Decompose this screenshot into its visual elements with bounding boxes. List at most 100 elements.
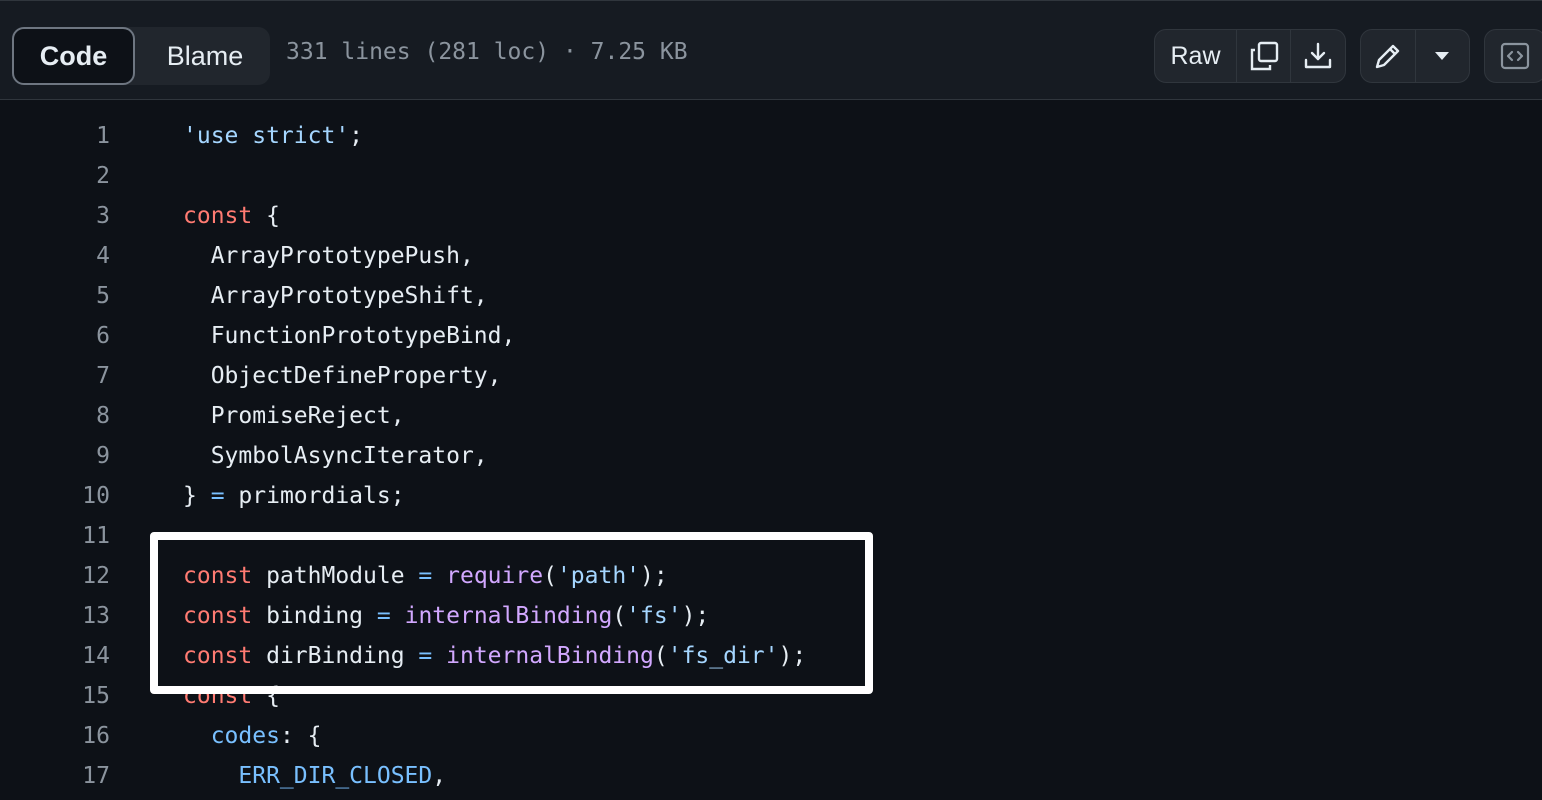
code-line: 8 PromiseReject, <box>0 396 1542 436</box>
code-text: FunctionPrototypeBind, <box>183 316 516 356</box>
code-token: 'fs' <box>626 603 682 629</box>
code-token: { <box>252 203 280 229</box>
code-line: 13 const binding = internalBinding('fs'); <box>0 596 1542 636</box>
code-line: 16 codes: { <box>0 716 1542 756</box>
code-line: 15 const { <box>0 676 1542 716</box>
line-number[interactable]: 7 <box>0 356 110 396</box>
code-token: ); <box>640 563 668 589</box>
code-line: 10 } = primordials; <box>0 476 1542 516</box>
code-token: require <box>446 563 544 589</box>
triangle-down-icon <box>1435 52 1450 60</box>
code-token: ERR_DIR_CLOSED <box>238 763 433 789</box>
code-line: 17 ERR_DIR_CLOSED, <box>0 756 1542 796</box>
symbols-panel-group <box>1484 29 1542 83</box>
code-token: dirBinding <box>252 643 419 669</box>
code-token: , <box>432 763 447 789</box>
code-token: ArrayPrototypeShift, <box>183 283 488 309</box>
code-line: 9 SymbolAsyncIterator, <box>0 436 1542 476</box>
line-number[interactable]: 8 <box>0 396 110 436</box>
edit-file-button[interactable] <box>1361 30 1416 82</box>
line-number[interactable]: 10 <box>0 476 110 516</box>
line-number[interactable]: 9 <box>0 436 110 476</box>
raw-copy-download-group: Raw <box>1154 29 1346 83</box>
code-text: ArrayPrototypePush, <box>183 236 474 276</box>
code-text: ArrayPrototypeShift, <box>183 276 488 316</box>
pencil-icon <box>1375 44 1400 69</box>
code-token: ArrayPrototypePush, <box>183 243 474 269</box>
file-toolbar: Code Blame 331 lines (281 loc) · 7.25 KB… <box>0 0 1542 100</box>
symbols-panel-button[interactable] <box>1485 30 1542 82</box>
code-view: 1'use strict'; 2 3 const {4 ArrayPrototypeP… <box>0 100 1542 800</box>
code-token: const <box>183 683 253 709</box>
line-number[interactable]: 12 <box>0 556 110 596</box>
code-token: ObjectDefineProperty, <box>183 363 502 389</box>
line-number[interactable]: 11 <box>0 516 110 556</box>
code-token: const <box>183 643 253 669</box>
code-token: = <box>418 563 433 589</box>
code-line: 1 'use strict'; <box>0 116 1542 156</box>
line-number[interactable]: 13 <box>0 596 110 636</box>
code-line: 12 const pathModule = require('path'); <box>0 556 1542 596</box>
code-token: ; <box>349 123 364 149</box>
code-line: 2 <box>0 156 1542 196</box>
code-line: 7 ObjectDefineProperty, <box>0 356 1542 396</box>
code-token: : { <box>279 723 322 749</box>
code-token: PromiseReject, <box>183 403 405 429</box>
line-number[interactable]: 1 <box>0 116 110 156</box>
code-token: ( <box>612 603 627 629</box>
code-token: SymbolAsyncIterator, <box>183 443 488 469</box>
line-number[interactable]: 14 <box>0 636 110 676</box>
code-line: 6 FunctionPrototypeBind, <box>0 316 1542 356</box>
code-token: primordials; <box>224 483 405 509</box>
view-mode-toggle: Code Blame <box>12 27 270 85</box>
code-token: = <box>376 603 391 629</box>
code-token: codes <box>210 723 280 749</box>
code-line: 5 ArrayPrototypeShift, <box>0 276 1542 316</box>
code-text: const pathModule = require('path'); <box>183 556 668 596</box>
code-text: const dirBinding = internalBinding('fs_d… <box>183 636 806 676</box>
code-line: 4 ArrayPrototypePush, <box>0 236 1542 276</box>
line-number[interactable]: 15 <box>0 676 110 716</box>
raw-button[interactable]: Raw <box>1155 30 1237 82</box>
code-token: const <box>183 603 253 629</box>
code-token: = <box>210 483 225 509</box>
line-number[interactable]: 3 <box>0 196 110 236</box>
code-token: 'use strict' <box>183 123 350 149</box>
code-text: 'use strict'; <box>183 116 363 156</box>
line-number[interactable]: 16 <box>0 716 110 756</box>
code-token: { <box>252 683 280 709</box>
code-token: ); <box>681 603 710 629</box>
download-button[interactable] <box>1291 30 1345 82</box>
code-text: ERR_DIR_CLOSED, <box>183 756 446 796</box>
edit-group <box>1360 29 1470 83</box>
code-token: ( <box>543 563 557 589</box>
copy-icon <box>1250 41 1278 71</box>
file-info: 331 lines (281 loc) · 7.25 KB <box>286 39 688 65</box>
blame-tab[interactable]: Blame <box>140 27 270 85</box>
code-token: ); <box>778 643 807 669</box>
code-text: ObjectDefineProperty, <box>183 356 502 396</box>
line-number[interactable]: 2 <box>0 156 110 196</box>
code-line: 3 const { <box>0 196 1542 236</box>
code-token: internalBinding <box>404 603 613 629</box>
line-number[interactable]: 6 <box>0 316 110 356</box>
code-line: 11 <box>0 516 1542 556</box>
line-number[interactable]: 5 <box>0 276 110 316</box>
code-token: 'fs_dir' <box>667 643 779 669</box>
code-square-icon <box>1500 42 1530 70</box>
code-text: } = primordials; <box>183 476 405 516</box>
code-line: 14 const dirBinding = internalBinding('fs… <box>0 636 1542 676</box>
edit-dropdown-button[interactable] <box>1416 30 1469 82</box>
code-text: SymbolAsyncIterator, <box>183 436 488 476</box>
code-text: const { <box>183 676 280 716</box>
line-number[interactable]: 4 <box>0 236 110 276</box>
copy-raw-button[interactable] <box>1237 30 1291 82</box>
code-token: ( <box>653 643 668 669</box>
line-number[interactable]: 17 <box>0 756 110 796</box>
code-tab[interactable]: Code <box>12 27 135 85</box>
